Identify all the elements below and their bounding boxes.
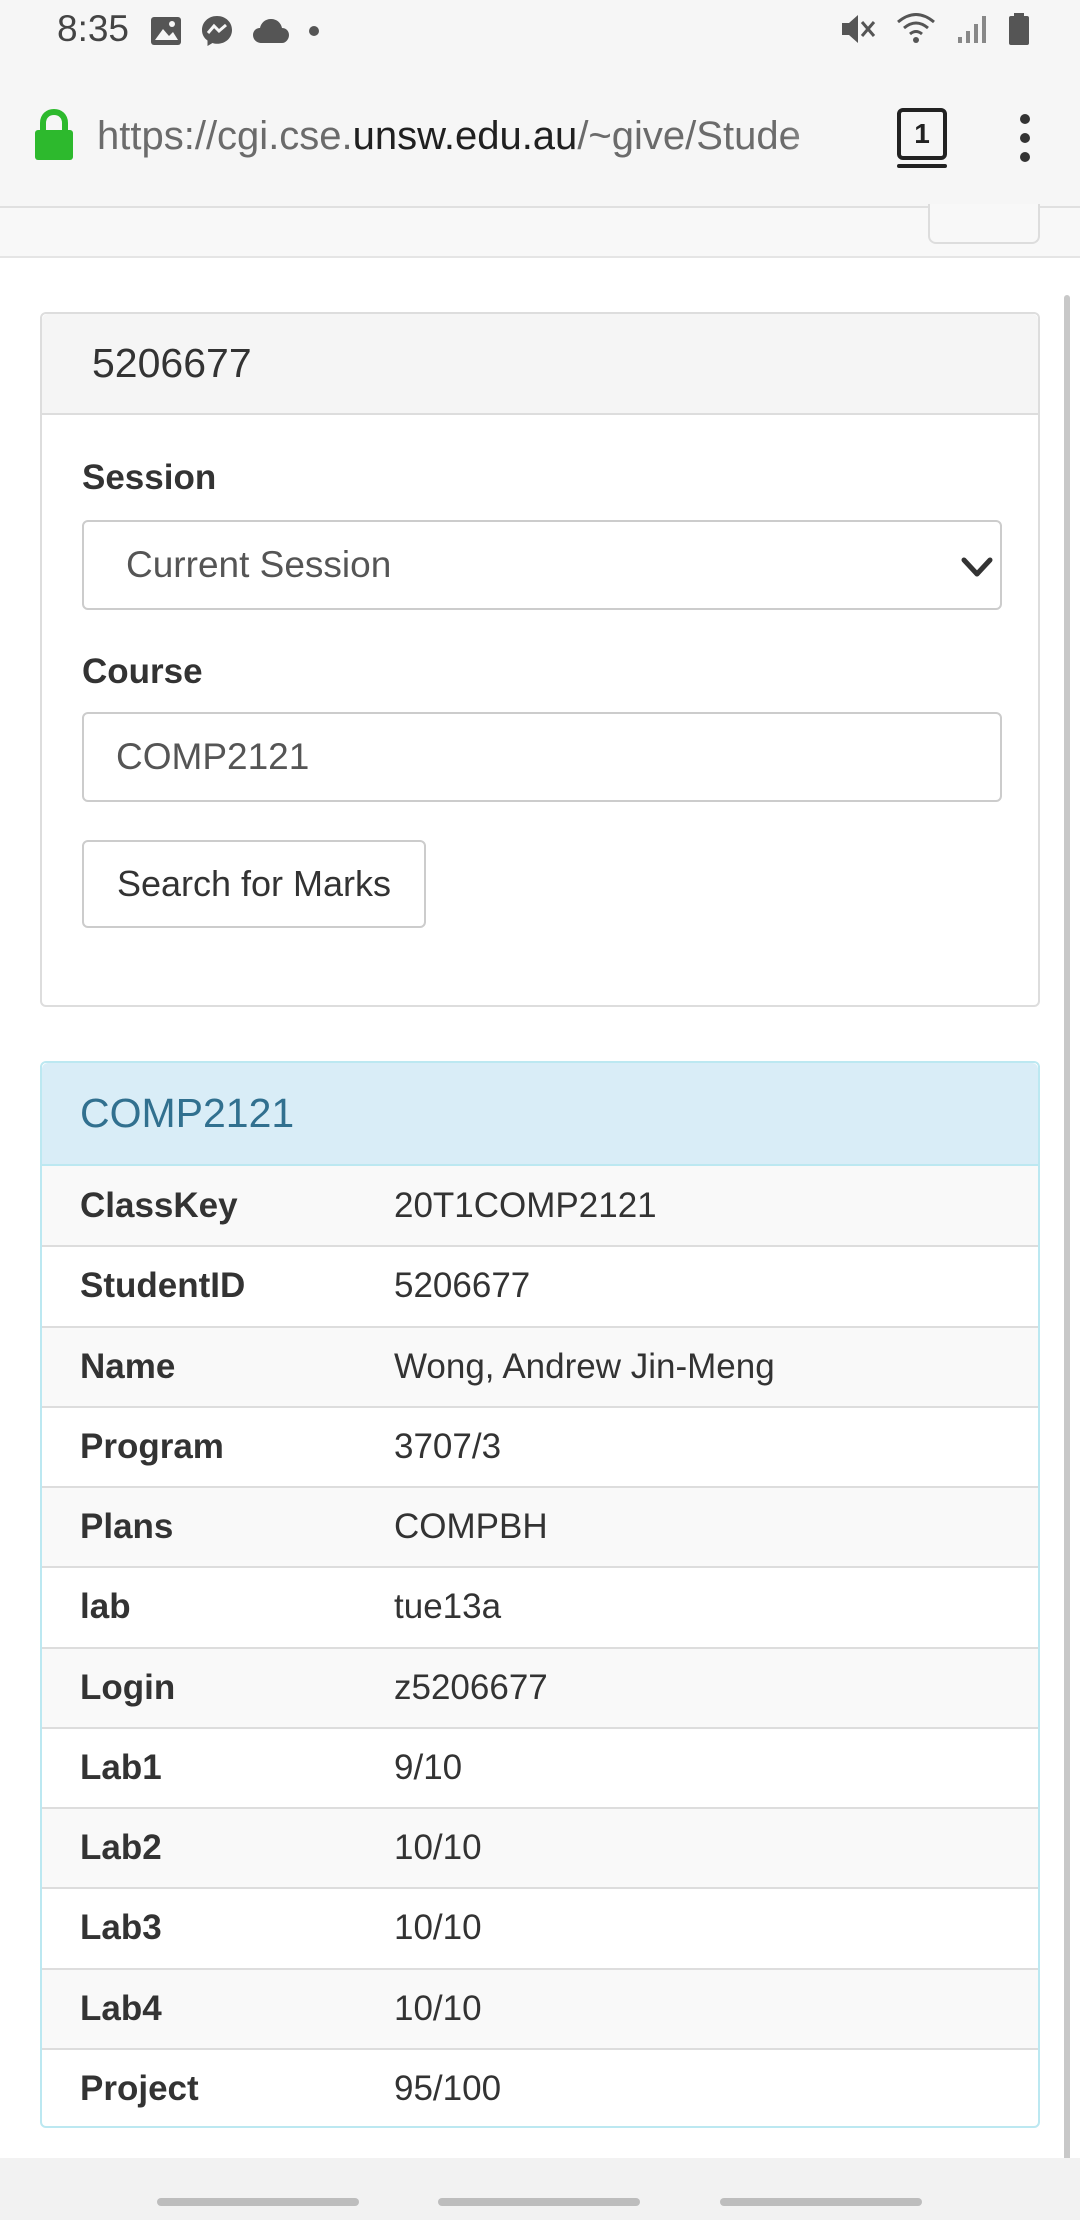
row-key: Lab1	[80, 1747, 162, 1787]
course-label: Course	[82, 652, 203, 691]
row-value: 5206677	[394, 1266, 531, 1306]
lock-icon	[35, 109, 73, 160]
search-panel: 5206677 Session Current Session Course S…	[40, 312, 1040, 1007]
scrollbar[interactable]	[1064, 295, 1070, 2165]
row-value: COMPBH	[394, 1507, 548, 1547]
url-address[interactable]: https://cgi.cse.unsw.edu.au/~give/Stude	[97, 108, 862, 164]
table-row: Lab1 9/10	[42, 1727, 1038, 1808]
dot-icon	[309, 26, 319, 36]
row-value: 10/10	[394, 1908, 482, 1948]
table-row: Lab3 10/10	[42, 1888, 1038, 1968]
row-key: ClassKey	[80, 1185, 238, 1225]
results-panel: COMP2121 ClassKey 20T1COMP2121 StudentID 5…	[40, 1061, 1040, 2128]
row-key: Lab4	[80, 1988, 162, 2028]
browser-url-bar: https://cgi.cse.unsw.edu.au/~give/Stude …	[0, 62, 1080, 208]
chevron-down-icon	[961, 557, 993, 577]
results-title: COMP2121	[42, 1063, 1038, 1166]
panel-title: 5206677	[42, 314, 1038, 415]
row-key: Name	[80, 1346, 176, 1386]
mute-icon	[842, 15, 876, 43]
status-bar: 8:35	[0, 0, 1080, 62]
nav-recents-button[interactable]	[157, 2198, 359, 2206]
search-marks-button[interactable]: Search for Marks	[82, 840, 426, 928]
row-key: Lab3	[80, 1908, 162, 1948]
tab-count: 1	[914, 118, 930, 149]
row-value: 3707/3	[394, 1426, 502, 1466]
page-header-strip	[0, 204, 1080, 258]
table-row: Project 95/100	[42, 2048, 1038, 2129]
url-path: /~give/Stude	[577, 114, 801, 158]
table-row: Lab4 10/10	[42, 1968, 1038, 2049]
row-key: lab	[80, 1587, 131, 1627]
session-label: Session	[82, 458, 217, 497]
table-row: ClassKey 20T1COMP2121	[42, 1166, 1038, 1247]
messenger-icon	[202, 16, 232, 46]
results-table: ClassKey 20T1COMP2121 StudentID 5206677 Na…	[42, 1166, 1038, 2129]
table-row: StudentID 5206677	[42, 1246, 1038, 1326]
row-value: tue13a	[394, 1587, 502, 1627]
row-key: Project	[80, 2069, 199, 2109]
session-selected-value: Current Session	[126, 544, 392, 585]
session-select[interactable]: Current Session	[82, 520, 1002, 610]
table-row: lab tue13a	[42, 1567, 1038, 1647]
table-row: Program 3707/3	[42, 1406, 1038, 1487]
row-value: 20T1COMP2121	[394, 1185, 657, 1225]
battery-icon	[1009, 13, 1029, 45]
navbar-toggle-button[interactable]	[928, 204, 1040, 244]
row-key: StudentID	[80, 1266, 246, 1306]
table-row: Plans COMPBH	[42, 1487, 1038, 1568]
status-right-icons	[840, 12, 1030, 46]
status-time: 8:35	[57, 8, 130, 49]
row-key: Plans	[80, 1507, 174, 1547]
table-row: Lab2 10/10	[42, 1808, 1038, 1889]
row-key: Program	[80, 1426, 224, 1466]
row-key: Lab2	[80, 1828, 162, 1868]
tab-switcher-button[interactable]: 1	[897, 108, 947, 168]
nav-home-button[interactable]	[438, 2198, 640, 2206]
page: 8:35 https://cgi.cse.unsw.edu.au/~give/S…	[0, 0, 1080, 2220]
image-icon	[151, 17, 181, 45]
wifi-icon	[897, 13, 935, 43]
cloud-icon	[253, 19, 289, 43]
bottom-navigation-bar	[0, 2158, 1080, 2220]
url-prefix: https://cgi.cse.	[97, 114, 353, 158]
table-row: Login z5206677	[42, 1647, 1038, 1728]
status-left-icons	[150, 14, 320, 48]
row-value: z5206677	[394, 1667, 548, 1707]
browser-menu-icon[interactable]	[1015, 114, 1035, 174]
table-row: Name Wong, Andrew Jin-Meng	[42, 1326, 1038, 1407]
row-value: 9/10	[394, 1747, 463, 1787]
signal-icon	[958, 16, 986, 43]
row-value: Wong, Andrew Jin-Meng	[394, 1346, 775, 1386]
url-host: unsw.edu.au	[352, 114, 578, 158]
nav-back-button[interactable]	[720, 2198, 922, 2206]
row-value: 95/100	[394, 2069, 502, 2109]
row-value: 10/10	[394, 1988, 482, 2028]
row-value: 10/10	[394, 1828, 482, 1868]
course-input[interactable]	[82, 712, 1002, 802]
row-key: Login	[80, 1667, 176, 1707]
